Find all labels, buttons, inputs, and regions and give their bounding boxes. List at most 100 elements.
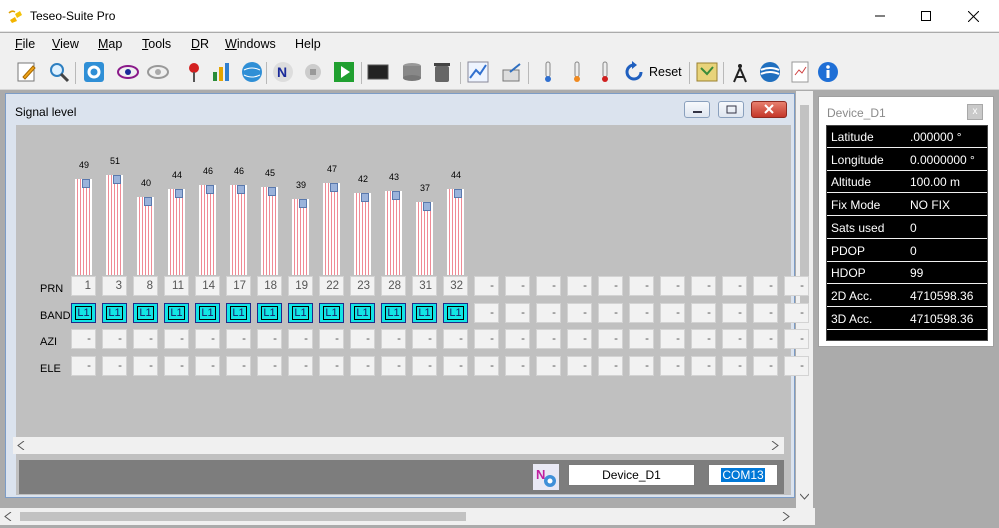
elevation-cell: -: [319, 356, 344, 376]
azimuth-cell: -: [195, 329, 220, 349]
status-strip: N Device_D1 COM13: [19, 460, 784, 494]
elevation-cell: -: [381, 356, 406, 376]
nmea-settings-icon[interactable]: N: [533, 464, 559, 490]
zoom-icon[interactable]: [47, 60, 71, 84]
thermometer-orange-icon[interactable]: [565, 60, 589, 84]
export-icon[interactable]: [500, 60, 524, 84]
band-label: L1: [261, 306, 278, 320]
child-close-button[interactable]: [751, 101, 787, 118]
device-info-label: 3D Acc.: [831, 311, 873, 326]
workspace-vertical-scrollbar[interactable]: [796, 91, 813, 510]
edit-icon[interactable]: [15, 60, 39, 84]
position-pin-icon[interactable]: [182, 60, 206, 84]
azimuth-cell: -: [505, 329, 530, 349]
prn-cell: -: [691, 276, 716, 296]
settings-icon[interactable]: [82, 60, 106, 84]
band-cell: -: [536, 303, 561, 323]
nmea-eye-icon[interactable]: [116, 60, 140, 84]
prn-cell: 8: [133, 276, 158, 296]
st-logo-icon[interactable]: [758, 60, 782, 84]
scroll-left-icon[interactable]: [4, 512, 12, 521]
play-icon[interactable]: [332, 60, 356, 84]
band-label: L1: [447, 306, 464, 320]
scroll-right-icon[interactable]: [771, 441, 779, 450]
menu-dr[interactable]: DR: [191, 37, 209, 51]
menu-windows[interactable]: Windows: [225, 37, 276, 51]
menu-tools[interactable]: Tools: [142, 37, 171, 51]
band-cell: L1: [350, 303, 375, 323]
prn-cell: 18: [257, 276, 282, 296]
thermometer-blue-icon[interactable]: [536, 60, 560, 84]
database-icon[interactable]: [400, 60, 424, 84]
signal-bar: [137, 197, 154, 275]
elevation-cell: -: [629, 356, 654, 376]
elevation-cell: -: [288, 356, 313, 376]
prn-cell: 28: [381, 276, 406, 296]
globe-icon[interactable]: [240, 60, 264, 84]
band-label: L1: [292, 306, 309, 320]
signal-horizontal-scrollbar[interactable]: [13, 437, 784, 454]
reset-label[interactable]: Reset: [649, 65, 682, 79]
azimuth-cell: -: [71, 329, 96, 349]
scroll-right-icon[interactable]: [782, 512, 790, 521]
com-port-field[interactable]: COM13: [708, 464, 778, 486]
menu-map[interactable]: Map: [98, 37, 122, 51]
band-cell: L1: [133, 303, 158, 323]
menu-file[interactable]: File: [15, 37, 35, 51]
band-cell: L1: [257, 303, 282, 323]
signal-bar-marker: [175, 189, 183, 198]
signal-value-label: 37: [419, 183, 430, 193]
signal-bar: [199, 185, 216, 275]
thermometer-red-icon[interactable]: [593, 60, 617, 84]
elevation-cell: -: [722, 356, 747, 376]
azimuth-cell: -: [350, 329, 375, 349]
signal-value-label: 51: [109, 156, 120, 166]
antenna-icon[interactable]: [728, 60, 752, 84]
terminal-icon[interactable]: [366, 60, 390, 84]
minimize-button[interactable]: [857, 0, 903, 32]
device-info-row: HDOP 99: [827, 262, 987, 285]
elevation-cell: -: [412, 356, 437, 376]
device-info-row: 2D Acc. 4710598.36: [827, 285, 987, 307]
scroll-left-icon[interactable]: [17, 441, 25, 450]
signal-value-label: 46: [233, 166, 244, 176]
signal-bar: [292, 199, 309, 275]
monitor-eye-icon[interactable]: [146, 60, 170, 84]
satellite-gray-icon[interactable]: [301, 60, 325, 84]
device-info-label: 2D Acc.: [831, 288, 873, 303]
prn-cell: 23: [350, 276, 375, 296]
prn-cell: 31: [412, 276, 437, 296]
menu-help[interactable]: Help: [295, 37, 321, 51]
child-minimize-button[interactable]: [684, 101, 710, 118]
plot-icon[interactable]: [466, 60, 490, 84]
bar-chart-icon[interactable]: [210, 60, 234, 84]
child-restore-button[interactable]: [718, 101, 744, 118]
satellite-icon: [8, 10, 22, 23]
map-icon[interactable]: [695, 60, 719, 84]
close-button[interactable]: [950, 0, 996, 32]
panel-close-button[interactable]: x: [967, 104, 983, 120]
azimuth-cell: -: [474, 329, 499, 349]
scroll-down-icon[interactable]: [800, 493, 809, 501]
maximize-button[interactable]: [903, 0, 949, 32]
trash-icon[interactable]: [430, 60, 454, 84]
signal-bar: [168, 189, 185, 275]
reset-icon[interactable]: [622, 60, 646, 84]
prn-cell: -: [505, 276, 530, 296]
azimuth-cell: -: [536, 329, 561, 349]
band-label: L1: [137, 306, 154, 320]
device-info-value: 0: [910, 243, 917, 258]
workspace-horizontal-scrollbar[interactable]: [0, 508, 815, 525]
signal-value-label: 44: [450, 170, 461, 180]
signal-bar-marker: [423, 202, 431, 211]
device-info-value: 4710598.36: [910, 311, 974, 326]
band-cell: L1: [71, 303, 96, 323]
toolbar: N Reset: [0, 55, 999, 90]
nmea-n-icon[interactable]: N: [271, 60, 295, 84]
signal-bar: [385, 191, 402, 275]
info-icon[interactable]: [816, 60, 840, 84]
scroll-thumb[interactable]: [20, 512, 466, 521]
menu-view[interactable]: View: [52, 37, 79, 51]
report-icon[interactable]: [788, 60, 812, 84]
signal-bar: [75, 179, 92, 275]
